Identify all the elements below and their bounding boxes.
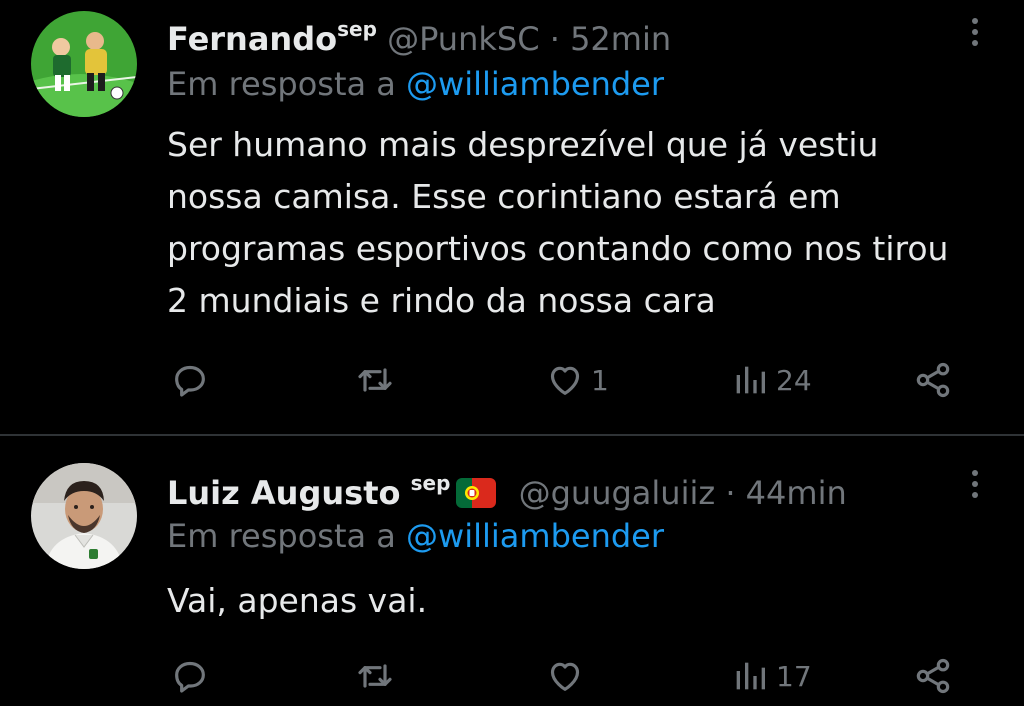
- share-button[interactable]: [913, 651, 953, 701]
- timestamp[interactable]: 52min: [570, 20, 671, 58]
- reply-mention-link[interactable]: @williambender: [406, 65, 664, 103]
- reply-icon: [175, 365, 205, 397]
- display-name[interactable]: Luiz Augusto: [167, 474, 400, 512]
- avatar[interactable]: [31, 463, 137, 569]
- reply-icon: [175, 661, 205, 693]
- name-suffix: sep: [410, 471, 451, 495]
- portugal-flag-icon: [456, 478, 497, 508]
- reply-button[interactable]: [170, 355, 210, 405]
- share-icon: [916, 658, 950, 694]
- reply-prefix: Em resposta a: [167, 517, 396, 555]
- reply-prefix: Em resposta a: [167, 65, 396, 103]
- share-icon: [916, 362, 950, 398]
- view-count: 24: [776, 363, 812, 397]
- user-handle[interactable]: @PunkSC: [387, 20, 539, 58]
- tweet-text: Vai, apenas vai.: [167, 581, 428, 620]
- tweet-header: Luiz Augusto sep @guugaluiiz · 44min: [167, 463, 847, 513]
- views-button[interactable]: 17: [730, 651, 812, 701]
- timestamp[interactable]: 44min: [746, 474, 847, 512]
- tweet[interactable]: Luiz Augusto sep @guugaluiiz · 44min Em …: [0, 436, 1024, 706]
- reply-context: Em resposta a @williambender: [167, 516, 664, 556]
- retweet-icon: [358, 664, 392, 688]
- reply-context: Em resposta a @williambender: [167, 64, 664, 104]
- view-count: 17: [776, 659, 812, 693]
- separator-dot: ·: [725, 474, 736, 512]
- share-button[interactable]: [913, 355, 953, 405]
- retweet-button[interactable]: [355, 651, 395, 701]
- like-button[interactable]: 1: [545, 355, 609, 405]
- analytics-icon: [736, 662, 765, 690]
- retweet-button[interactable]: [355, 355, 395, 405]
- action-bar: 17: [0, 651, 1024, 701]
- tweet[interactable]: Fernandosep @PunkSC · 52min Em resposta …: [0, 0, 1024, 434]
- reply-button[interactable]: [170, 651, 210, 701]
- like-button[interactable]: [545, 651, 591, 701]
- display-name[interactable]: Fernando: [167, 20, 337, 58]
- heart-icon: [550, 662, 580, 691]
- tweet-header: Fernandosep @PunkSC · 52min: [167, 9, 671, 59]
- reply-mention-link[interactable]: @williambender: [406, 517, 664, 555]
- name-suffix: sep: [337, 17, 377, 41]
- separator-dot: ·: [549, 20, 560, 58]
- like-count: 1: [591, 363, 609, 397]
- views-button[interactable]: 24: [730, 355, 812, 405]
- retweet-icon: [358, 368, 392, 392]
- avatar[interactable]: [31, 11, 137, 117]
- analytics-icon: [736, 366, 765, 394]
- more-options-icon[interactable]: [970, 12, 980, 52]
- user-handle[interactable]: @guugaluiiz: [519, 474, 716, 512]
- heart-icon: [550, 366, 580, 395]
- tweet-text: Ser humano mais desprezível que já vesti…: [167, 125, 949, 320]
- more-options-icon[interactable]: [970, 464, 980, 504]
- action-bar: 1 24: [0, 355, 1024, 405]
